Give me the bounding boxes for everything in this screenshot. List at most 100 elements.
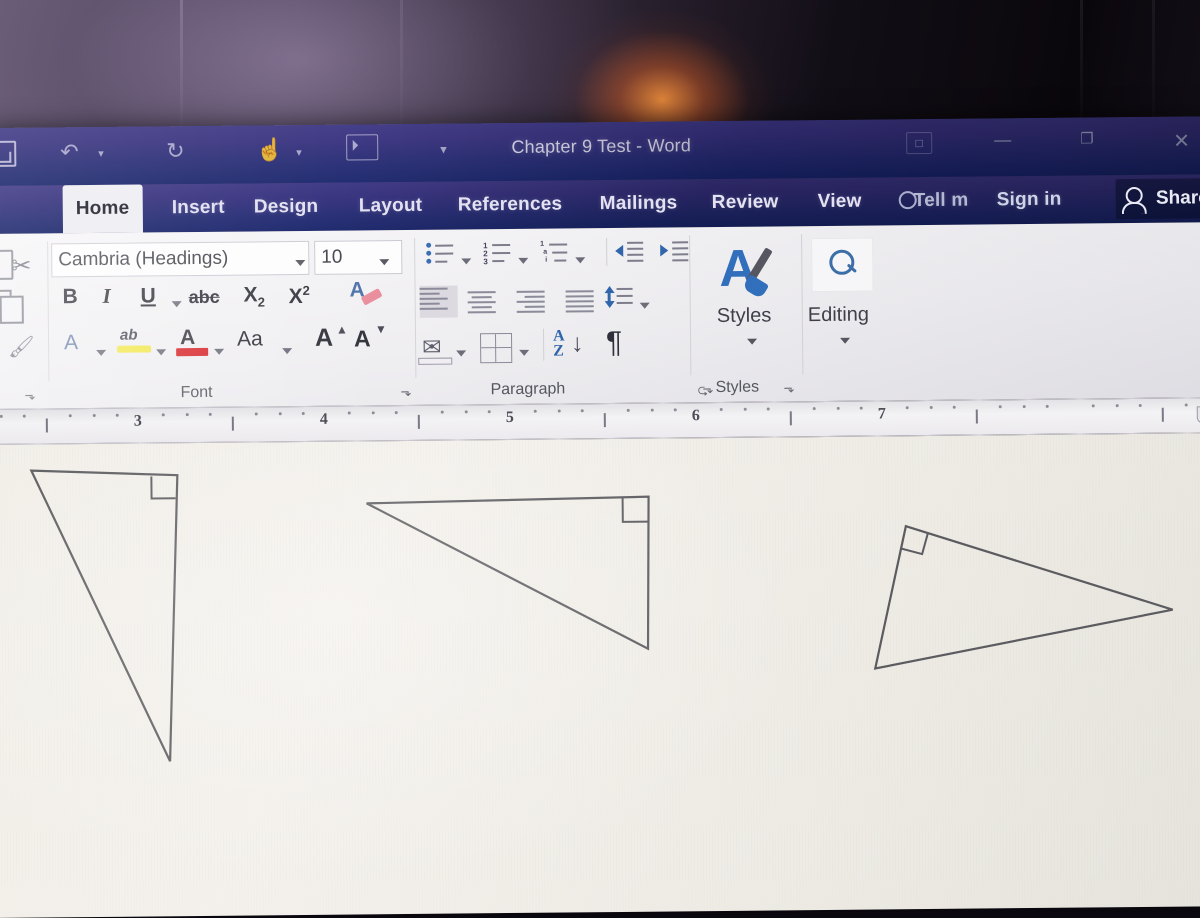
superscript-label: X	[289, 285, 303, 308]
minimize-icon[interactable]: —	[994, 130, 1011, 150]
ruler-tick	[1045, 405, 1048, 408]
tab-insert[interactable]: Insert	[172, 184, 225, 233]
borders-button[interactable]	[480, 333, 512, 363]
font-color-button[interactable]: A	[180, 326, 195, 350]
align-right-button[interactable]	[517, 289, 547, 313]
ruler-tick	[92, 414, 95, 417]
group-separator	[801, 234, 803, 374]
font-name-input[interactable]: Cambria (Headings)	[51, 241, 309, 277]
sign-in-link[interactable]: Sign in	[997, 176, 1062, 225]
close-icon[interactable]: ✕	[1173, 128, 1190, 153]
ruler-tick	[673, 408, 676, 411]
tab-design[interactable]: Design	[254, 183, 319, 232]
ribbon-display-options-icon[interactable]: □	[906, 132, 932, 154]
clipboard-dialog-launcher[interactable]: ⬎	[24, 388, 35, 404]
sort-z-glyph: Z	[553, 343, 565, 358]
borders-dropdown-icon[interactable]	[519, 343, 529, 361]
ruler-half-inch-tick	[232, 417, 234, 431]
ruler-tick	[371, 411, 374, 414]
tab-home[interactable]: Home	[63, 185, 143, 234]
format-painter-icon[interactable]: 🖌	[8, 336, 35, 360]
numbering-dropdown-icon[interactable]	[518, 251, 528, 269]
bold-button[interactable]: B	[63, 285, 78, 309]
line-spacing-button[interactable]	[604, 286, 632, 308]
subscript-button[interactable]: X2	[244, 283, 266, 309]
share-person-body-icon	[1122, 202, 1147, 214]
text-effects-button[interactable]: A	[64, 331, 78, 355]
strikethrough-button[interactable]: abc	[189, 287, 220, 308]
increase-indent-button[interactable]	[660, 239, 688, 261]
styles-button-label[interactable]: Styles	[717, 304, 772, 328]
numbering-button[interactable]: 1 2 3	[483, 241, 511, 263]
change-case-button[interactable]: Aa	[237, 327, 263, 351]
document-page[interactable]: 10 d 30° 4000 3000 e 14 48 f	[0, 433, 1200, 918]
share-button[interactable]: Share	[1116, 178, 1200, 219]
shrink-font-button[interactable]: A	[354, 325, 371, 352]
ruler-tick	[208, 413, 211, 416]
group-separator	[689, 235, 691, 375]
cut-scissors-icon[interactable]: ✂	[11, 252, 31, 281]
ruler-tick	[464, 410, 467, 413]
highlight-dropdown-icon[interactable]	[156, 342, 166, 360]
styles-dropdown-icon[interactable]	[747, 332, 757, 350]
share-label: Share	[1156, 187, 1200, 209]
ruler-tick	[720, 408, 723, 411]
font-dialog-launcher[interactable]: ⬎	[400, 384, 411, 400]
ruler-tick	[185, 413, 188, 416]
group-separator	[414, 238, 416, 378]
decrease-indent-button[interactable]	[615, 240, 643, 262]
sort-button[interactable]: A Z	[553, 328, 565, 358]
font-color-swatch[interactable]	[176, 348, 208, 356]
ruler-tick	[23, 415, 26, 418]
superscript-button[interactable]: X2	[289, 283, 310, 309]
text-highlight-color-button[interactable]: ab	[120, 327, 138, 344]
align-left-button[interactable]	[420, 286, 458, 318]
grow-font-button[interactable]: A	[315, 324, 333, 353]
tab-view[interactable]: View	[818, 178, 862, 226]
change-case-dropdown-icon[interactable]	[282, 341, 292, 359]
sort-a-glyph: A	[553, 328, 565, 343]
editing-button-label[interactable]: Editing	[808, 304, 869, 328]
tell-me-label[interactable]: Tell m	[914, 177, 969, 226]
bullets-dropdown-icon[interactable]	[461, 251, 471, 269]
underline-dropdown-icon[interactable]	[172, 294, 182, 312]
styles-dialog-launcher[interactable]: ⬎	[783, 380, 794, 396]
ruler-tick	[115, 414, 118, 417]
tab-mailings[interactable]: Mailings	[600, 179, 678, 228]
lightbulb-icon	[899, 191, 917, 209]
grow-font-arrow-icon: ▲	[336, 323, 348, 337]
sort-arrow-icon: ↓	[571, 329, 584, 358]
border-grid-h	[481, 347, 511, 348]
shading-dropdown-icon[interactable]	[456, 343, 466, 361]
ruler-number: 4	[320, 411, 328, 429]
align-center-button[interactable]	[468, 289, 498, 313]
justify-button[interactable]	[566, 288, 596, 312]
text-effects-dropdown-icon[interactable]	[96, 343, 106, 361]
show-formatting-marks-button[interactable]: ¶	[606, 326, 622, 360]
find-magnifier-icon[interactable]	[829, 250, 854, 275]
tab-layout[interactable]: Layout	[359, 182, 423, 231]
underline-button[interactable]: U	[141, 284, 156, 308]
ruler-tick	[650, 409, 653, 412]
font-name-dropdown-icon[interactable]	[295, 253, 305, 271]
ruler-number: 3	[134, 413, 142, 431]
multilevel-list-button[interactable]: 1 a i	[540, 240, 568, 262]
ruler-tick	[1185, 403, 1188, 406]
ruler-tick	[557, 410, 560, 413]
ruler-number: 7	[878, 405, 886, 423]
font-color-dropdown-icon[interactable]	[214, 342, 224, 360]
divider	[543, 329, 544, 361]
tab-review[interactable]: Review	[712, 178, 779, 227]
copy-icon-back	[0, 296, 24, 324]
line-spacing-dropdown-icon[interactable]	[640, 296, 650, 314]
editing-dropdown-icon[interactable]	[840, 331, 850, 349]
tab-references[interactable]: References	[458, 180, 563, 229]
highlight-color-swatch[interactable]	[117, 345, 151, 352]
multilevel-list-dropdown-icon[interactable]	[575, 250, 585, 268]
italic-button[interactable]: I	[103, 284, 111, 309]
restore-icon[interactable]: ❐	[1080, 129, 1094, 147]
bullets-button[interactable]	[426, 242, 454, 264]
shading-color-swatch[interactable]	[418, 358, 452, 365]
font-size-dropdown-icon[interactable]	[379, 252, 389, 270]
ruler-half-inch-tick	[46, 418, 48, 432]
